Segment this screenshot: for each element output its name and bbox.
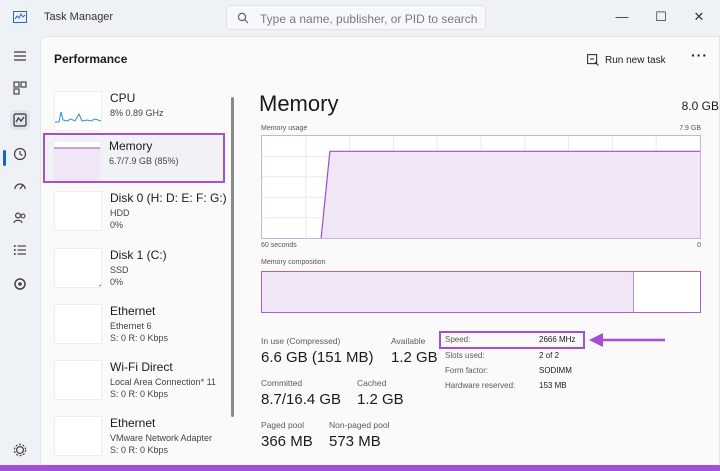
run-new-task-label: Run new task xyxy=(605,54,666,66)
processes-icon[interactable] xyxy=(10,78,30,98)
device-list-scrollbar[interactable] xyxy=(231,97,234,417)
disk1-thumbnail xyxy=(54,248,102,288)
available-value: 1.2 GB xyxy=(391,349,438,366)
slots-label: Slots used: xyxy=(445,351,485,360)
memory-title: Memory xyxy=(259,91,339,116)
settings-icon[interactable] xyxy=(10,440,30,460)
wifi-direct-thumbnail xyxy=(54,360,102,400)
hamburger-icon[interactable] xyxy=(10,46,30,66)
taskmanager-icon xyxy=(13,11,27,23)
disk0-thumbnail xyxy=(54,191,102,231)
memory-usage-chart xyxy=(262,136,700,239)
device-item-ethernet[interactable]: Ethernet Ethernet 6 S: 0 R: 0 Kbps xyxy=(52,300,232,352)
search-placeholder[interactable]: Type a name, publisher, or PID to search xyxy=(260,12,477,26)
committed-label: Committed xyxy=(261,378,303,388)
in-use-label: In use (Compressed) xyxy=(261,336,341,346)
app-title: Task Manager xyxy=(44,11,114,23)
cached-label: Cached xyxy=(357,378,387,388)
composition-label: Memory composition xyxy=(261,259,326,266)
device-list: CPU 8% 0.89 GHz Memory 6.7/7.9 GB (85%) … xyxy=(43,87,237,467)
nonpaged-pool-label: Non-paged pool xyxy=(329,420,390,430)
details-icon[interactable] xyxy=(10,240,30,260)
device-item-memory[interactable]: Memory 6.7/7.9 GB (85%) xyxy=(43,133,225,183)
usage-max-label: 7.9 GB xyxy=(679,125,701,132)
device-name: Ethernet xyxy=(110,304,156,318)
time-label: 60 seconds xyxy=(261,242,297,249)
device-line2: 0% xyxy=(110,220,124,230)
usage-area xyxy=(321,151,700,238)
usage-label: Memory usage xyxy=(261,125,308,132)
device-line2: S: 0 R: 0 Kbps xyxy=(110,333,169,343)
device-name: Disk 0 (H: D: E: F: G:) xyxy=(110,191,227,205)
device-line1: Local Area Connection* 11 xyxy=(110,377,216,387)
device-line1: 8% 0.89 GHz xyxy=(110,108,164,118)
committed-value: 8.7/16.4 GB xyxy=(261,391,342,408)
memory-composition-bar xyxy=(261,271,701,313)
device-item-disk1[interactable]: Disk 1 (C:) SSD 0% xyxy=(52,244,232,296)
search-box[interactable]: Type a name, publisher, or PID to search xyxy=(226,5,486,30)
run-new-task-button[interactable]: Run new task xyxy=(587,49,666,71)
device-item-ethernet-vmware[interactable]: Ethernet VMware Network Adapter S: 0 R: … xyxy=(52,412,232,464)
time-zero-label: 0 xyxy=(697,242,701,249)
memory-panel: Memory 8.0 GB Memory usage 7.9 GB 60 sec… xyxy=(259,87,719,467)
device-name: Ethernet xyxy=(110,416,156,430)
device-line2: S: 0 R: 0 Kbps xyxy=(110,445,169,455)
memory-thumbnail xyxy=(53,141,101,181)
device-item-cpu[interactable]: CPU 8% 0.89 GHz xyxy=(52,87,232,139)
performance-icon[interactable] xyxy=(10,110,30,130)
device-item-wifi-direct[interactable]: Wi-Fi Direct Local Area Connection* 11 S… xyxy=(52,356,232,408)
startup-apps-icon[interactable] xyxy=(10,176,30,196)
nav-rail xyxy=(0,36,40,471)
page-title: Performance xyxy=(54,52,128,66)
device-line1: 6.7/7.9 GB (85%) xyxy=(109,156,179,166)
device-line2: S: 0 R: 0 Kbps xyxy=(110,389,169,399)
nav-active-indicator xyxy=(3,150,6,166)
device-name: Wi-Fi Direct xyxy=(110,360,173,374)
device-line1: VMware Network Adapter xyxy=(110,433,213,443)
app-history-icon[interactable] xyxy=(10,144,30,164)
device-name: Disk 1 (C:) xyxy=(110,248,167,262)
memory-usage-graph xyxy=(261,135,701,239)
device-name: CPU xyxy=(110,91,136,105)
form-factor-label: Form factor: xyxy=(445,366,489,375)
device-line1: Ethernet 6 xyxy=(110,321,152,331)
minimize-icon[interactable]: — xyxy=(612,7,632,27)
close-icon[interactable]: ✕ xyxy=(689,7,709,27)
hardware-reserved-label: Hardware reserved: xyxy=(445,381,516,390)
speed-value: 2666 MHz xyxy=(539,335,576,344)
paged-pool-value: 366 MB xyxy=(261,433,313,450)
speed-label: Speed: xyxy=(445,335,471,344)
form-factor-value: SODIMM xyxy=(539,366,572,375)
device-line2: 0% xyxy=(110,277,124,287)
annotation-arrow-icon xyxy=(589,333,665,347)
ethernet-vmware-thumbnail xyxy=(54,416,102,456)
device-line1: SSD xyxy=(110,265,129,275)
in-use-segment xyxy=(262,272,635,312)
cpu-thumbnail xyxy=(54,91,102,131)
device-name: Memory xyxy=(109,139,153,153)
device-line1: HDD xyxy=(110,208,130,218)
ethernet-thumbnail xyxy=(54,304,102,344)
memory-total: 8.0 GB xyxy=(681,99,719,113)
device-item-disk0[interactable]: Disk 0 (H: D: E: F: G:) HDD 0% xyxy=(52,187,232,239)
more-options-button[interactable]: ··· xyxy=(691,47,708,63)
in-use-value: 6.6 GB (151 MB) xyxy=(261,349,374,366)
maximize-icon[interactable]: ☐ xyxy=(651,7,671,27)
nonpaged-pool-value: 573 MB xyxy=(329,433,381,450)
run-task-icon xyxy=(587,54,599,66)
available-label: Available xyxy=(391,336,426,346)
paged-pool-label: Paged pool xyxy=(261,420,305,430)
title-bar: Task Manager Type a name, publisher, or … xyxy=(0,0,720,36)
search-icon xyxy=(237,12,249,24)
users-icon[interactable] xyxy=(10,208,30,228)
hardware-reserved-value: 153 MB xyxy=(539,381,567,390)
cached-value: 1.2 GB xyxy=(357,391,404,408)
bottom-accent-line xyxy=(0,465,720,471)
services-icon[interactable] xyxy=(10,274,30,294)
slots-value: 2 of 2 xyxy=(539,351,560,360)
content-pane: Performance Run new task ··· CPU 8% 0.89… xyxy=(40,36,720,466)
